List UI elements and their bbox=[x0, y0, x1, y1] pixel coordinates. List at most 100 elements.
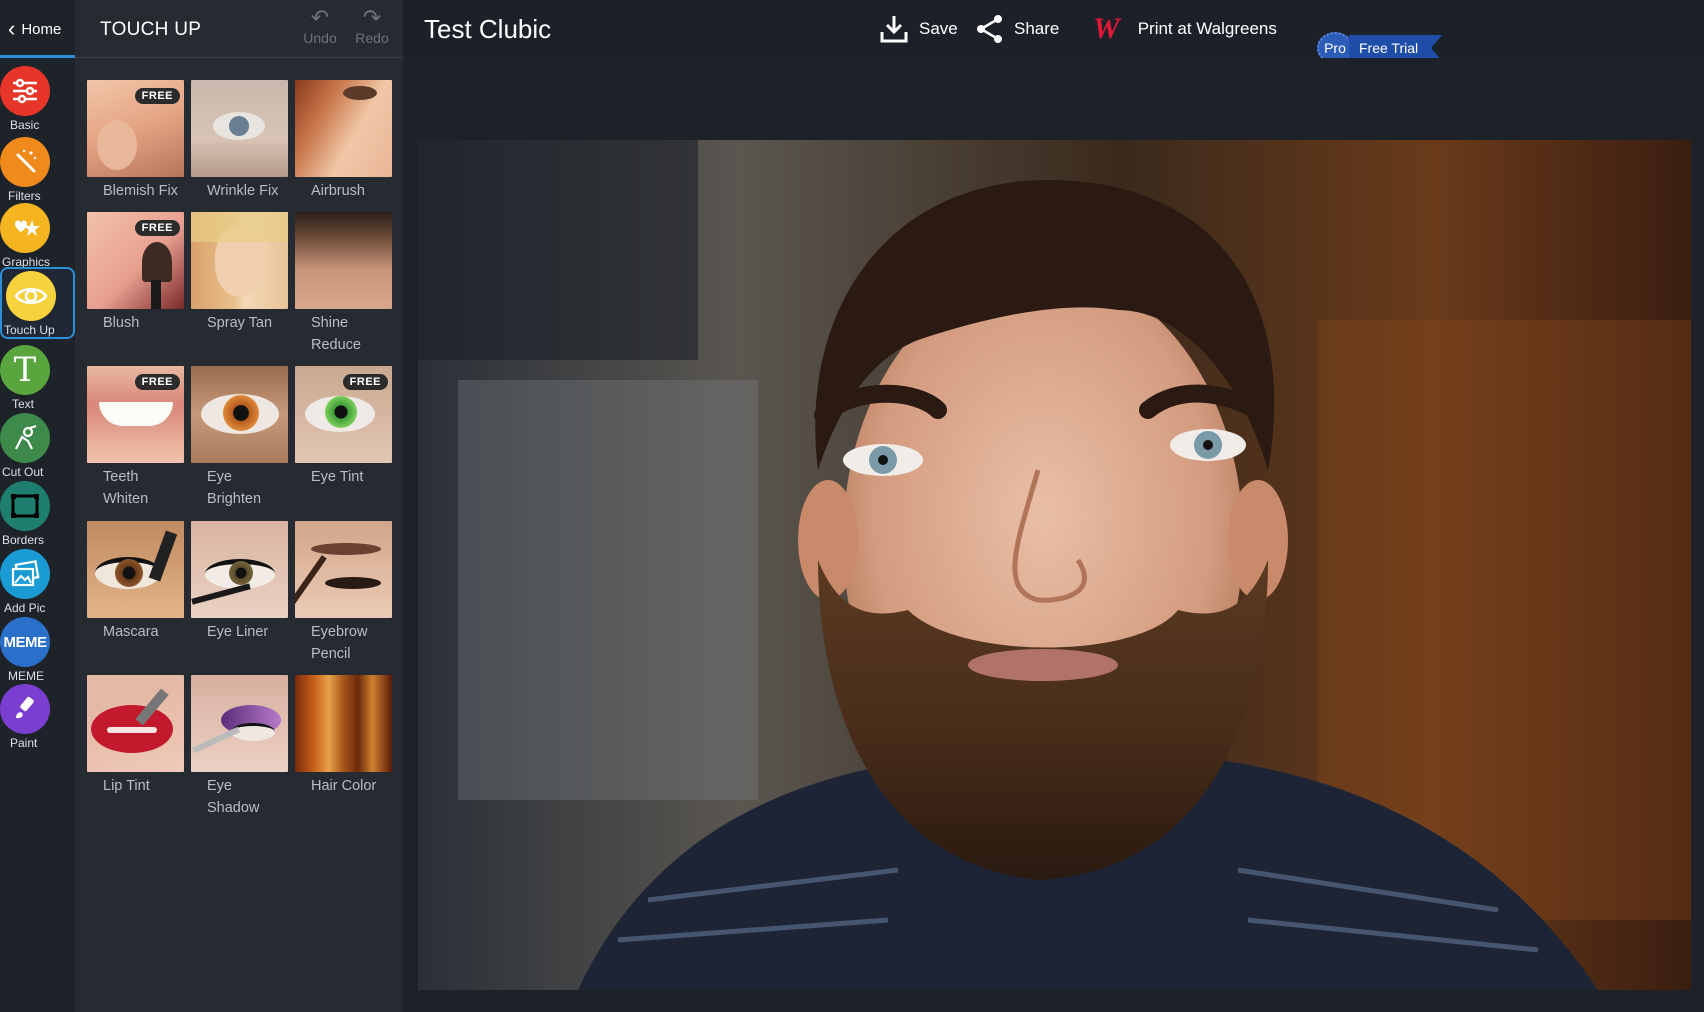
tool-teeth-whiten[interactable]: FREE Teeth Whiten bbox=[87, 366, 184, 510]
rail-item-borders[interactable]: Borders bbox=[0, 481, 75, 555]
share-button[interactable]: Share bbox=[976, 14, 1059, 44]
tool-wrinkle-fix[interactable]: Wrinkle Fix bbox=[191, 80, 288, 202]
share-icon bbox=[977, 15, 1002, 43]
tool-name: Eye Brighten bbox=[207, 469, 262, 507]
print-label: Print at Walgreens bbox=[1137, 19, 1277, 38]
rail-label-basic: Basic bbox=[10, 118, 40, 132]
document-title: Test Clubic bbox=[424, 14, 552, 44]
tool-eye-liner[interactable]: Eye Liner bbox=[191, 521, 288, 643]
chevron-left-icon: ‹ bbox=[8, 16, 16, 41]
rail-item-cut-out[interactable]: Cut Out bbox=[0, 413, 75, 487]
rail-item-add-pic[interactable]: Add Pic bbox=[0, 549, 75, 623]
redo-button[interactable]: ↷ Redo bbox=[352, 5, 392, 47]
hair-color-thumbnail bbox=[295, 675, 392, 772]
canvas-area bbox=[403, 58, 1704, 1012]
rail-label-meme: MEME bbox=[8, 669, 44, 683]
text-t-icon: T bbox=[0, 345, 50, 395]
rail-item-basic[interactable]: Basic bbox=[0, 66, 75, 140]
tool-name: Blush bbox=[103, 315, 140, 331]
blush-thumbnail: FREE bbox=[87, 212, 184, 309]
print-walgreens-button[interactable]: W Print at Walgreens bbox=[1093, 14, 1277, 44]
walgreens-logo-icon: W bbox=[1093, 12, 1120, 45]
blemish-fix-thumbnail: FREE bbox=[87, 80, 184, 177]
tool-blush[interactable]: FREE Blush bbox=[87, 212, 184, 334]
undo-label: Undo bbox=[303, 30, 337, 46]
tool-name: Teeth Whiten bbox=[103, 469, 149, 507]
rail-label-text: Text bbox=[12, 397, 35, 411]
undo-button[interactable]: ↶ Undo bbox=[300, 5, 340, 47]
teeth-whiten-thumbnail: FREE bbox=[87, 366, 184, 463]
tool-name: Eye Tint bbox=[311, 469, 364, 485]
tool-shine-reduce[interactable]: Shine Reduce bbox=[295, 212, 392, 356]
rail-item-paint[interactable]: Paint bbox=[0, 684, 75, 758]
mascara-thumbnail bbox=[87, 521, 184, 618]
tool-hair-color[interactable]: Hair Color bbox=[295, 675, 392, 797]
save-button[interactable]: Save bbox=[879, 14, 958, 44]
rail-label-paint: Paint bbox=[10, 736, 38, 750]
rail-label-cut-out: Cut Out bbox=[2, 465, 44, 479]
rail-label-touch-up: Touch Up bbox=[4, 323, 55, 337]
eye-shadow-thumbnail bbox=[191, 675, 288, 772]
panel-header: TOUCH UP ↶ Undo ↷ Redo bbox=[75, 0, 403, 58]
tool-mascara[interactable]: Mascara bbox=[87, 521, 184, 643]
tool-name: Eye Shadow bbox=[207, 778, 260, 816]
tool-eye-tint[interactable]: FREE Eye Tint bbox=[295, 366, 392, 488]
tool-name: Blemish Fix bbox=[103, 183, 178, 199]
lip-tint-thumbnail bbox=[87, 675, 184, 772]
free-badge: FREE bbox=[134, 220, 180, 236]
home-underline bbox=[0, 55, 75, 58]
tool-eyebrow-pencil[interactable]: Eyebrow Pencil bbox=[295, 521, 392, 665]
tool-airbrush[interactable]: Airbrush bbox=[295, 80, 392, 202]
top-bar: Test Clubic Save Share W Print at Walgre… bbox=[403, 0, 1704, 64]
rail-item-meme[interactable]: MEME MEME bbox=[0, 617, 75, 691]
download-icon bbox=[880, 16, 908, 43]
free-badge: FREE bbox=[342, 374, 388, 390]
portrait-photo bbox=[418, 140, 1691, 990]
tool-rail: ‹ Home Basic Filters Graphics Touch Up T… bbox=[0, 0, 75, 1012]
sliders-icon bbox=[0, 66, 50, 116]
redo-icon: ↷ bbox=[362, 5, 382, 30]
free-badge: FREE bbox=[134, 374, 180, 390]
rail-item-text[interactable]: T Text bbox=[0, 345, 75, 419]
tools-panel: TOUCH UP ↶ Undo ↷ Redo FREE Blemish Fix … bbox=[75, 0, 403, 1012]
undo-icon: ↶ bbox=[310, 5, 330, 30]
tool-name: Eye Liner bbox=[207, 624, 269, 640]
rail-label-add-pic: Add Pic bbox=[4, 601, 46, 615]
cutout-icon bbox=[0, 413, 50, 463]
tool-eye-shadow[interactable]: Eye Shadow bbox=[191, 675, 288, 819]
tool-name: Spray Tan bbox=[207, 315, 273, 331]
tool-spray-tan[interactable]: Spray Tan bbox=[191, 212, 288, 334]
rail-item-touch-up[interactable]: Touch Up bbox=[0, 267, 75, 339]
redo-label: Redo bbox=[355, 30, 389, 46]
photo-canvas[interactable] bbox=[418, 140, 1691, 990]
tool-name: Eyebrow Pencil bbox=[311, 624, 368, 662]
brush-icon bbox=[0, 684, 50, 734]
tool-name: Wrinkle Fix bbox=[207, 183, 279, 199]
eye-icon bbox=[6, 271, 56, 321]
eye-liner-thumbnail bbox=[191, 521, 288, 618]
spray-tan-thumbnail bbox=[191, 212, 288, 309]
rail-item-graphics[interactable]: Graphics bbox=[0, 203, 75, 277]
rail-label-filters: Filters bbox=[8, 189, 41, 203]
share-label: Share bbox=[1014, 19, 1060, 38]
home-button[interactable]: ‹ Home bbox=[0, 0, 75, 58]
panel-title: TOUCH UP bbox=[100, 19, 202, 40]
shine-reduce-thumbnail bbox=[295, 212, 392, 309]
tool-blemish-fix[interactable]: FREE Blemish Fix bbox=[87, 80, 184, 202]
frame-icon bbox=[0, 481, 50, 531]
meme-icon: MEME bbox=[0, 617, 50, 667]
tool-name: Shine Reduce bbox=[311, 315, 361, 353]
tool-name: Airbrush bbox=[311, 183, 365, 199]
eye-tint-thumbnail: FREE bbox=[295, 366, 392, 463]
add-picture-icon bbox=[0, 549, 50, 599]
rail-item-filters[interactable]: Filters bbox=[0, 137, 75, 211]
home-label: Home bbox=[21, 20, 62, 38]
tool-name: Lip Tint bbox=[103, 778, 150, 794]
tool-lip-tint[interactable]: Lip Tint bbox=[87, 675, 184, 797]
airbrush-thumbnail bbox=[295, 80, 392, 177]
tool-eye-brighten[interactable]: Eye Brighten bbox=[191, 366, 288, 510]
tool-name: Hair Color bbox=[311, 778, 377, 794]
free-badge: FREE bbox=[134, 88, 180, 104]
save-label: Save bbox=[919, 19, 958, 38]
eyebrow-pencil-thumbnail bbox=[295, 521, 392, 618]
